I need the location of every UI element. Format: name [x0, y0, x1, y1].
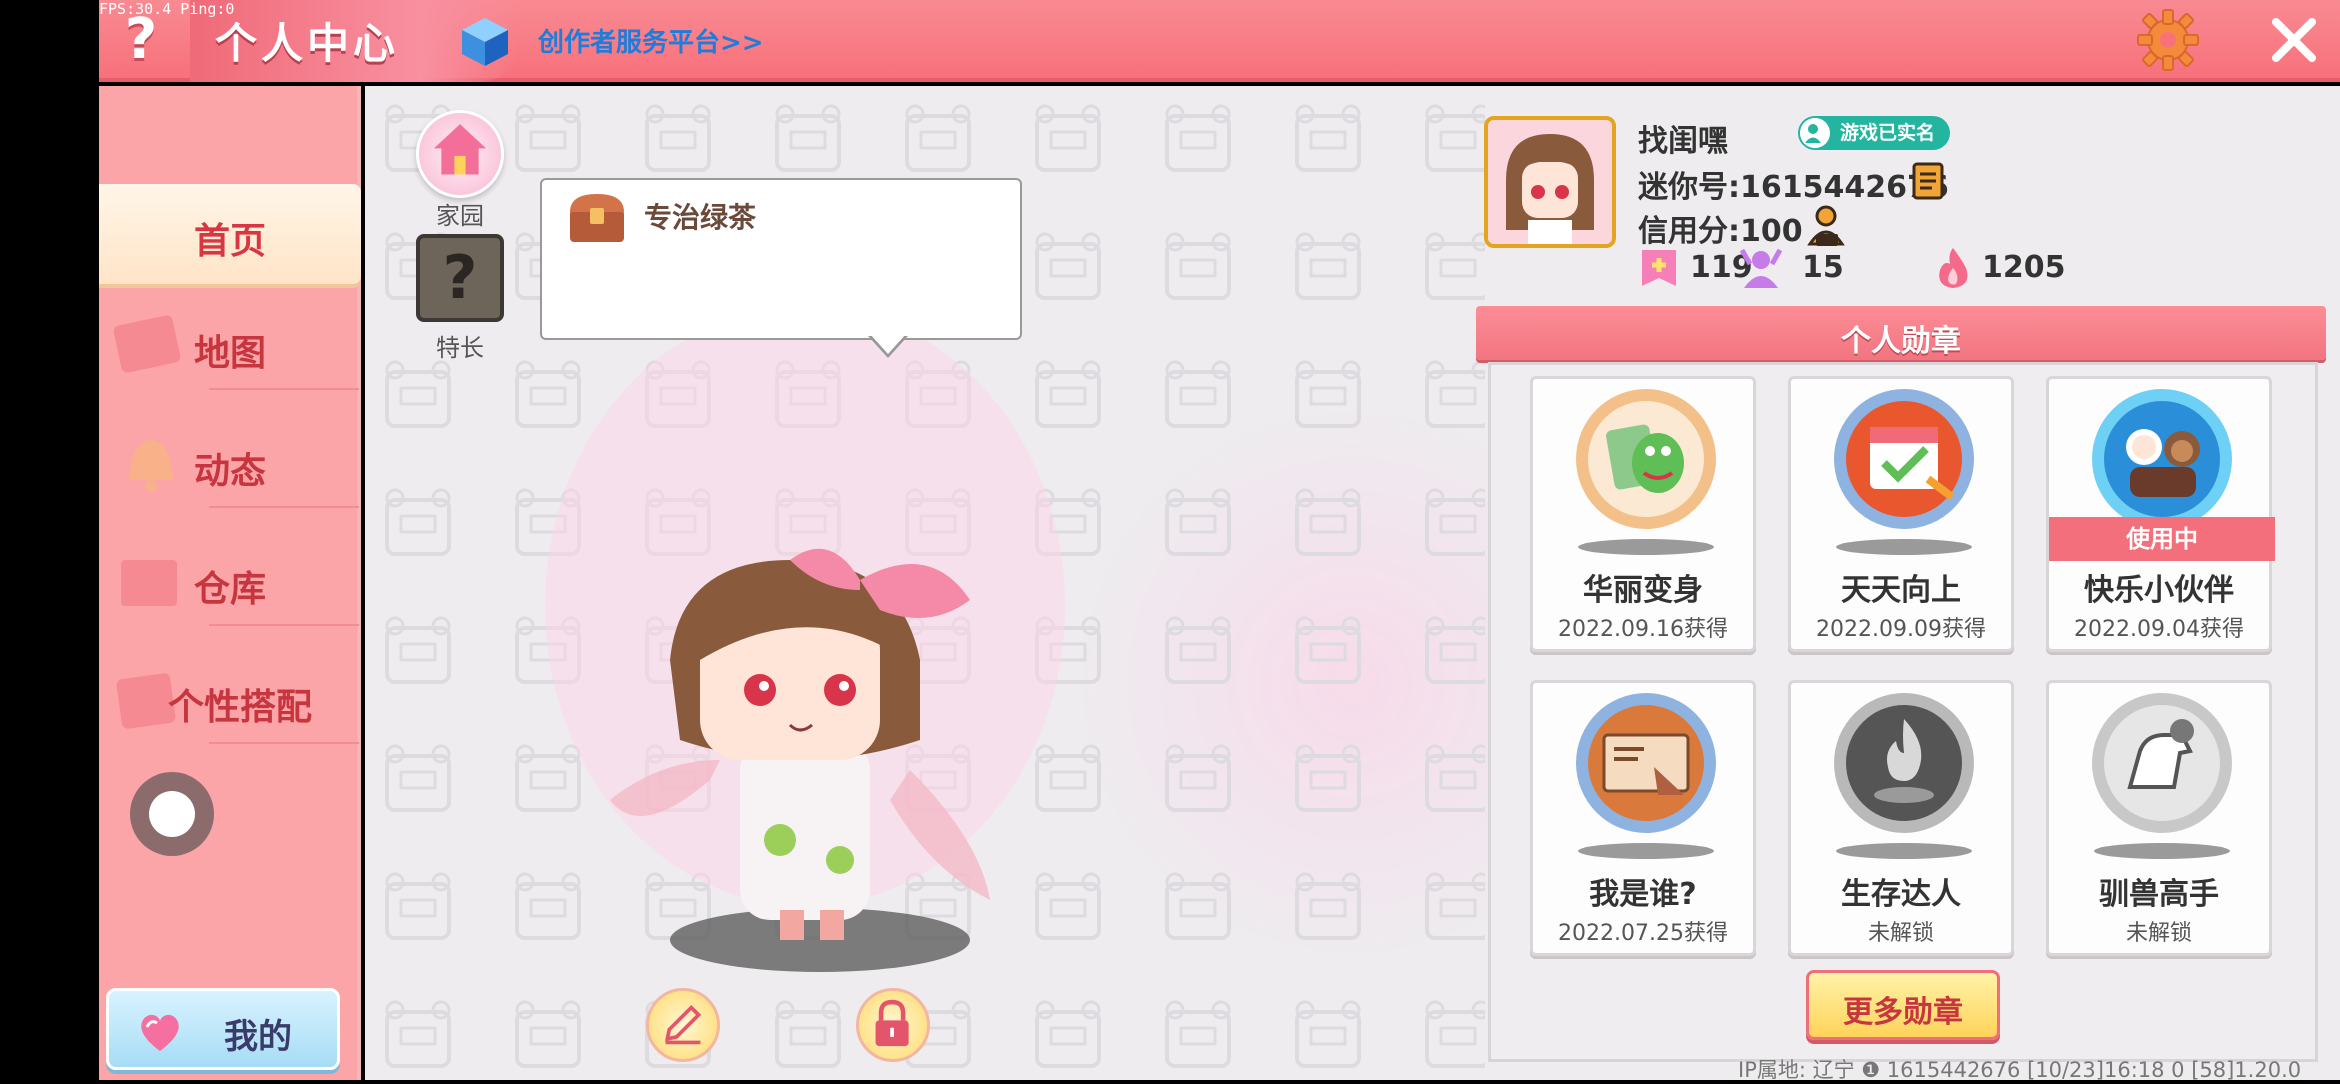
medal-name: 天天向上	[1841, 573, 1961, 608]
medal-date: 2022.07.25获得	[1558, 921, 1728, 946]
letter-medal-icon	[1576, 693, 1716, 833]
medal-date: 2022.09.04获得	[2074, 617, 2244, 642]
likes-icon	[1642, 250, 1676, 286]
sidebar-item-label: 首页	[193, 221, 266, 262]
person-check-icon	[1800, 118, 1830, 148]
credit-person-icon[interactable]	[1806, 204, 1846, 248]
medal-date: 未解锁	[1867, 921, 1934, 946]
skill-button[interactable]: ?	[416, 234, 504, 322]
medal-date: 2022.09.16获得	[1558, 617, 1728, 642]
sidebar-item-label: 个性搭配	[167, 687, 312, 728]
medal-card[interactable]: 华丽变身 2022.09.16获得	[1530, 376, 1756, 652]
medal-name: 华丽变身	[1583, 573, 1703, 608]
sidebar-item-label: 仓库	[193, 569, 266, 610]
medal-name: 生存达人	[1841, 877, 1961, 912]
horse-medal-icon	[2092, 693, 2232, 833]
edit-button[interactable]	[646, 988, 720, 1062]
friends-medal-icon	[2092, 389, 2232, 529]
medal-card[interactable]: 天天向上 2022.09.09获得	[1788, 376, 2014, 652]
sidebar-item-warehouse[interactable]: 仓库	[99, 532, 361, 632]
sidebar-item-label: 动态	[193, 451, 266, 492]
sidebar-item-feed[interactable]: 动态	[99, 414, 361, 514]
medal-date: 2022.09.09获得	[1816, 617, 1986, 642]
homeland-label: 家园	[436, 202, 484, 230]
medal-card[interactable]: 生存达人 未解锁	[1788, 680, 2014, 956]
in-use-badge: 使用中	[2049, 517, 2275, 561]
medal-date: 未解锁	[2125, 921, 2192, 946]
gear-icon[interactable]	[2136, 8, 2200, 72]
medal-card[interactable]: 驯兽高手 未解锁	[2046, 680, 2272, 956]
signature-text: 专治绿茶	[644, 201, 757, 234]
medal-name: 驯兽高手	[2099, 877, 2219, 912]
avatar[interactable]	[1484, 116, 1616, 248]
fans-icon	[1740, 248, 1782, 288]
medal-name: 快乐小伙伴	[2084, 573, 2234, 608]
sidebar-item-outfit[interactable]: 个性搭配	[99, 650, 361, 750]
sidebar-item-home[interactable]: 首页	[99, 184, 361, 284]
chest-icon	[570, 194, 624, 242]
medal-shadow	[1836, 539, 1972, 555]
lock-icon	[875, 999, 909, 1047]
screen: FPS:30.4 Ping:0 ? 个人中心 创作者服务平台>> 首页 地图 动…	[0, 0, 2340, 1082]
house-icon	[433, 124, 487, 175]
medal-name: 我是谁?	[1589, 877, 1697, 912]
medal-shadow	[1578, 843, 1714, 859]
lock-button[interactable]	[856, 988, 930, 1062]
page-title: 个人中心	[215, 19, 400, 68]
fans-count: 15	[1802, 250, 1844, 285]
medal-shadow	[2094, 843, 2230, 859]
more-medals-button[interactable]: 更多勋章	[1806, 970, 2000, 1040]
medal-shadow	[1836, 843, 1972, 859]
cube-icon[interactable]	[460, 16, 510, 68]
skill-label: 特长	[436, 334, 484, 362]
medal-header-title: 个人勋章	[1841, 324, 1961, 359]
popularity-icon	[1939, 248, 1968, 288]
divider	[209, 742, 359, 744]
bubble-tail-fill	[870, 334, 906, 354]
medal-card[interactable]: 使用中 快乐小伙伴 2022.09.04获得	[2046, 376, 2275, 652]
divider	[209, 388, 359, 390]
copy-icon[interactable]	[1910, 160, 1946, 200]
mine-button[interactable]: 我的	[106, 988, 340, 1070]
portrait-image	[1488, 120, 1612, 244]
character-avatar[interactable]	[600, 540, 1020, 980]
help-icon[interactable]: ?	[118, 10, 164, 70]
sidebar: 首页 地图 动态 仓库 个性搭配	[99, 86, 361, 1080]
popularity-count: 1205	[1982, 250, 2066, 285]
divider	[209, 506, 359, 508]
sidebar-item-map[interactable]: 地图	[99, 296, 361, 396]
medal-card[interactable]: 我是谁? 2022.07.25获得	[1530, 680, 1756, 956]
divider	[209, 624, 359, 626]
heart-icon	[141, 1014, 179, 1051]
toggle-button[interactable]	[130, 772, 214, 856]
more-medals-label: 更多勋章	[1843, 995, 1963, 1030]
sidebar-item-label: 地图	[193, 333, 266, 374]
close-icon[interactable]	[2268, 14, 2320, 66]
homeland-button[interactable]	[416, 110, 504, 198]
credit-score: 信用分:100	[1638, 214, 1803, 249]
mine-button-label: 我的	[224, 1017, 292, 1057]
creator-platform-link[interactable]: 创作者服务平台>>	[538, 22, 764, 59]
medal-shadow	[1578, 539, 1714, 555]
nickname: 找闺嘿	[1638, 124, 1728, 159]
campfire-medal-icon	[1834, 693, 1974, 833]
dinosaur-medal-icon	[1576, 389, 1716, 529]
calendar-medal-icon	[1834, 389, 1974, 529]
fps-readout: FPS:30.4 Ping:0	[99, 0, 235, 18]
medal-header: 个人勋章	[1476, 306, 2326, 360]
pencil-icon	[665, 1004, 702, 1045]
mini-id: 迷你号:1615442676	[1638, 170, 1949, 205]
